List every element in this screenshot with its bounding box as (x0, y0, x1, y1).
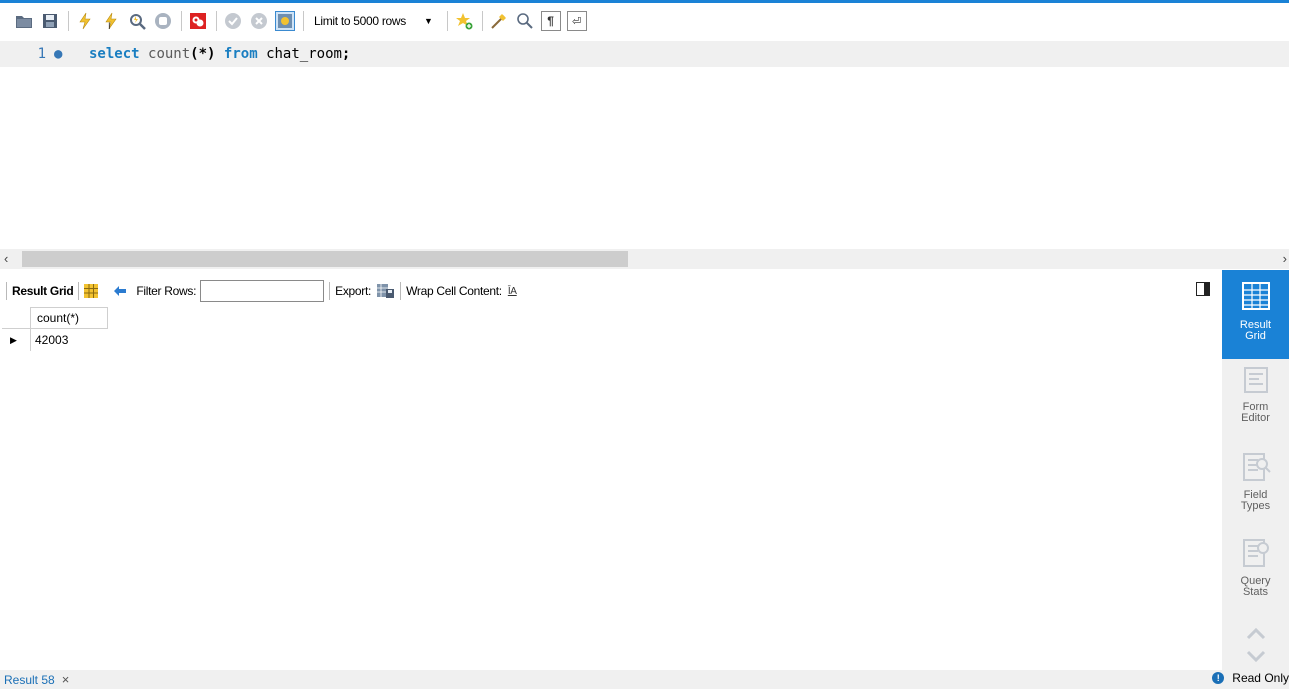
commit-icon[interactable] (223, 11, 243, 31)
toolbar-separator (181, 11, 182, 31)
toggle-side-panel-icon[interactable] (1196, 282, 1210, 296)
svg-text:I: I (108, 22, 111, 30)
side-tab-result-grid[interactable]: Result Grid (1222, 270, 1289, 359)
read-only-status: ! Read Only (1212, 671, 1289, 685)
sql-statement[interactable]: select count(*) from chat_room; (76, 46, 350, 62)
execute-current-icon[interactable]: I (101, 11, 121, 31)
table-cell[interactable]: 42003 (31, 329, 108, 351)
scroll-left-icon[interactable]: ‹ (4, 251, 8, 266)
side-tab-query-stats[interactable]: Query Stats (1222, 538, 1289, 618)
autocommit-icon[interactable] (275, 11, 295, 31)
grid-layout-icon[interactable] (84, 284, 99, 298)
table-row[interactable]: ▶ 42003 (2, 329, 108, 351)
refresh-icon[interactable] (112, 284, 128, 298)
toolbar-separator (303, 11, 304, 31)
query-toolbar: I Limit to 5000 rows ▼ ¶ ⏎ (0, 3, 1289, 39)
limit-rows-select[interactable]: Limit to 5000 rows ▼ (310, 10, 437, 32)
editor-line[interactable]: 1 ● select count(*) from chat_room; (0, 41, 1289, 67)
add-snippet-icon[interactable] (454, 11, 474, 31)
side-tab-label: Form Editor (1241, 401, 1270, 424)
keyword-from: from (223, 46, 258, 62)
stop-icon[interactable] (153, 11, 173, 31)
export-label: Export: (335, 284, 372, 298)
form-editor-icon (1243, 367, 1268, 393)
count-argument: (*) (190, 46, 216, 62)
line-marker: ● (54, 46, 63, 62)
sql-workbench-window: I Limit to 5000 rows ▼ ¶ ⏎ 1 ● select co… (0, 0, 1289, 689)
find-icon[interactable] (515, 11, 535, 31)
wrap-cell-icon[interactable]: ĪA (508, 286, 517, 297)
grid-corner (2, 307, 31, 329)
line-number: 1 (37, 46, 46, 62)
beautify-icon[interactable] (489, 11, 509, 31)
result-side-panel: Result Grid Form Editor Field Types Query St… (1222, 270, 1289, 670)
wrap-lines-icon[interactable]: ⏎ (566, 11, 587, 31)
side-panel-scroll-icon[interactable] (1246, 626, 1266, 666)
explain-icon[interactable] (127, 11, 147, 31)
result-toolbar: Result Grid Filter Rows: Export: Wrap Ce… (0, 277, 1222, 305)
toolbar-separator (400, 282, 402, 300)
toolbar-separator (481, 11, 483, 31)
toggle-error-icon[interactable] (188, 11, 208, 31)
toolbar-separator (329, 282, 331, 300)
filter-rows-input[interactable] (200, 280, 325, 302)
query-stats-icon (1242, 539, 1269, 567)
read-only-label: Read Only (1232, 671, 1289, 685)
side-tab-field-types[interactable]: Field Types (1222, 452, 1289, 532)
statement-terminator: ; (341, 46, 351, 62)
column-header-count[interactable]: count(*) (31, 307, 108, 329)
toolbar-separator (6, 282, 7, 300)
scrollbar-thumb[interactable] (22, 251, 628, 267)
side-tab-form-editor[interactable]: Form Editor (1222, 366, 1289, 446)
toolbar-separator (216, 11, 217, 31)
side-tab-label: Field Types (1240, 489, 1271, 512)
filter-rows-label: Filter Rows: (136, 284, 197, 298)
limit-rows-label: Limit to 5000 rows (314, 14, 406, 28)
save-icon[interactable] (40, 11, 60, 31)
function-count: count (148, 46, 191, 62)
result-grid: count(*) ▶ 42003 (2, 307, 108, 351)
execute-icon[interactable] (75, 11, 95, 31)
row-marker-icon: ▶ (2, 329, 31, 351)
rollback-icon[interactable] (249, 11, 269, 31)
wrap-cell-label: Wrap Cell Content: (406, 284, 502, 298)
editor-horizontal-scrollbar[interactable]: ‹ › (0, 249, 1289, 269)
toolbar-separator (78, 282, 80, 300)
result-grid-icon (1241, 282, 1270, 310)
open-folder-icon[interactable] (14, 11, 34, 31)
status-bar: Result 58 × ! Read Only (0, 670, 1289, 689)
sql-editor[interactable]: 1 ● select count(*) from chat_room; (0, 39, 1289, 247)
result-grid-label[interactable]: Result Grid (12, 284, 74, 298)
result-tab[interactable]: Result 58 × (0, 672, 69, 687)
export-icon[interactable] (377, 283, 395, 299)
result-tab-label[interactable]: Result 58 (4, 673, 55, 687)
field-types-icon (1242, 453, 1271, 481)
table-name: chat_room (266, 46, 342, 62)
close-icon[interactable]: × (62, 672, 70, 687)
scroll-right-icon[interactable]: › (1283, 251, 1287, 266)
toolbar-separator (446, 11, 448, 31)
info-icon: ! (1212, 672, 1225, 684)
keyword-select: select (89, 46, 140, 62)
toolbar-separator (68, 11, 69, 31)
grid-header-row: count(*) (2, 307, 108, 329)
side-tab-label: Result Grid (1239, 319, 1272, 342)
chevron-down-icon: ▼ (423, 16, 433, 26)
invisible-chars-icon[interactable]: ¶ (540, 11, 561, 31)
side-tab-label: Query Stats (1240, 575, 1271, 598)
